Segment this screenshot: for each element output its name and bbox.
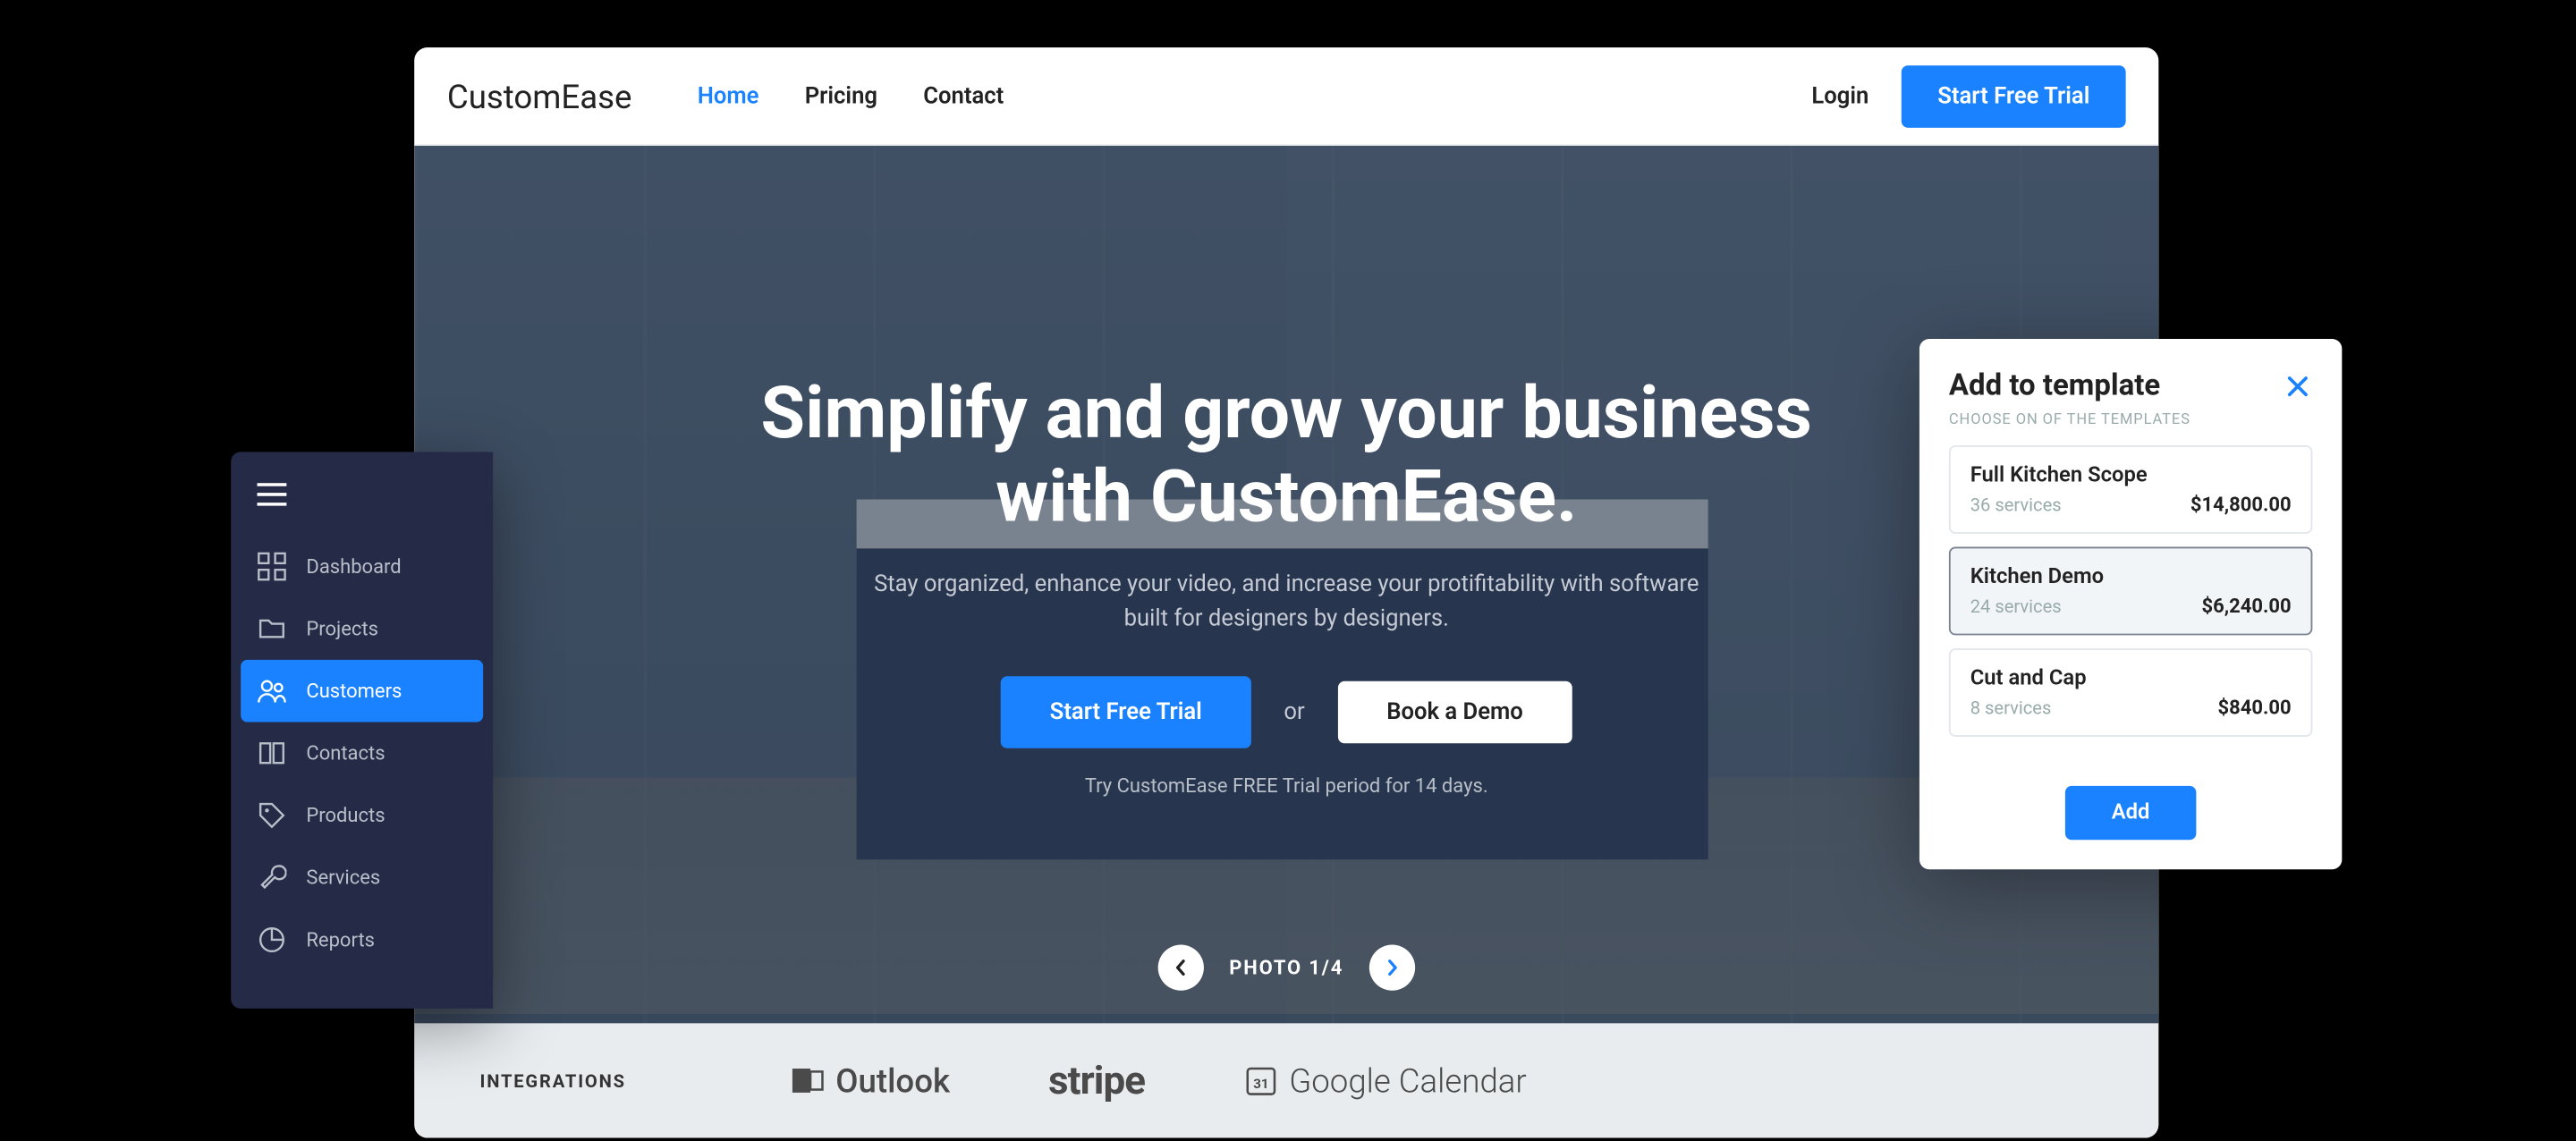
book-demo-button[interactable]: Book a Demo <box>1337 680 1572 743</box>
svg-text:31: 31 <box>1253 1076 1268 1092</box>
sidebar-item-products[interactable]: Products <box>231 784 493 847</box>
integration-outlook: Outlook <box>790 1061 950 1100</box>
integrations-bar: INTEGRATIONS Outlook stripe 31 Google Ca… <box>414 1023 2158 1137</box>
template-add-row: Add <box>1949 786 2312 840</box>
outlook-icon <box>790 1062 826 1098</box>
template-card-header: Add to template <box>1949 368 2312 402</box>
sidebar-item-contacts[interactable]: Contacts <box>231 722 493 784</box>
template-price: $840.00 <box>2218 696 2292 719</box>
template-name: Full Kitchen Scope <box>1970 463 2292 487</box>
template-name: Kitchen Demo <box>1970 565 2292 589</box>
close-icon[interactable] <box>2283 371 2312 401</box>
calendar-icon: 31 <box>1243 1062 1279 1098</box>
add-button[interactable]: Add <box>2065 786 2195 840</box>
tag-icon <box>257 800 286 830</box>
hero-title: Simplify and grow your business with Cus… <box>713 372 1860 537</box>
nav-link-pricing[interactable]: Pricing <box>805 82 877 108</box>
sidebar-item-label: Reports <box>306 928 375 951</box>
carousel-prev-button[interactable] <box>1157 944 1203 990</box>
sidebar-item-label: Contacts <box>306 741 385 765</box>
brand-logo[interactable]: CustomEase <box>447 76 632 115</box>
nav-right: Login Start Free Trial <box>1811 64 2125 127</box>
hero-content: Simplify and grow your business with Cus… <box>414 146 2158 1023</box>
nav-link-home[interactable]: Home <box>698 82 759 108</box>
grid-icon <box>257 552 286 581</box>
sidebar-panel: Dashboard Projects Customers Contacts Pr… <box>231 452 493 1009</box>
template-option-kitchen-demo[interactable]: Kitchen Demo 24 services $6,240.00 <box>1949 547 2312 636</box>
integration-google-calendar: 31 Google Calendar <box>1243 1061 1527 1100</box>
hero-ctas: Start Free Trial or Book a Demo <box>1001 675 1572 748</box>
sidebar-item-label: Services <box>306 866 380 890</box>
folder-icon <box>257 614 286 644</box>
sidebar-item-label: Projects <box>306 617 378 640</box>
top-nav: CustomEase Home Pricing Contact Login St… <box>414 47 2158 146</box>
trial-note: Try CustomEase FREE Trial period for 14 … <box>1085 773 1488 797</box>
chevron-right-icon <box>1385 959 1401 976</box>
sidebar-item-reports[interactable]: Reports <box>231 909 493 971</box>
template-card-sublabel: CHOOSE ON OF THE TEMPLATES <box>1949 412 2312 428</box>
nav-link-contact[interactable]: Contact <box>923 82 1004 108</box>
hero-subtitle: Stay organized, enhance your video, and … <box>860 568 1712 637</box>
integrations-label: INTEGRATIONS <box>479 1070 625 1092</box>
start-trial-button[interactable]: Start Free Trial <box>1902 64 2126 127</box>
photo-counter: PHOTO 1/4 <box>1229 956 1343 979</box>
wrench-icon <box>257 863 286 892</box>
integration-stripe: stripe <box>1048 1058 1145 1103</box>
sidebar-item-customers[interactable]: Customers <box>241 660 483 723</box>
carousel-next-button[interactable] <box>1369 944 1415 990</box>
template-services: 36 services <box>1970 494 2062 515</box>
template-price: $14,800.00 <box>2190 493 2292 516</box>
book-icon <box>257 739 286 768</box>
template-card: Add to template CHOOSE ON OF THE TEMPLAT… <box>1919 339 2342 869</box>
hero-section: Simplify and grow your business with Cus… <box>414 146 2158 1023</box>
hamburger-icon <box>257 483 286 506</box>
nav-links: Home Pricing Contact <box>698 82 1812 108</box>
template-option-cut-cap[interactable]: Cut and Cap 8 services $840.00 <box>1949 648 2312 737</box>
main-window: CustomEase Home Pricing Contact Login St… <box>414 47 2158 1137</box>
template-option-full-kitchen[interactable]: Full Kitchen Scope 36 services $14,800.0… <box>1949 445 2312 534</box>
sidebar-item-services[interactable]: Services <box>231 847 493 909</box>
template-price: $6,240.00 <box>2202 595 2292 618</box>
photo-carousel: PHOTO 1/4 <box>1157 944 1416 990</box>
sidebar-item-projects[interactable]: Projects <box>231 597 493 660</box>
sidebar-item-label: Products <box>306 804 385 827</box>
template-services: 24 services <box>1970 596 2062 617</box>
pie-icon <box>257 925 286 955</box>
template-name: Cut and Cap <box>1970 666 2292 690</box>
hamburger-button[interactable] <box>231 481 493 535</box>
or-text: or <box>1284 698 1304 724</box>
login-link[interactable]: Login <box>1811 82 1868 108</box>
sidebar-item-label: Customers <box>306 680 402 703</box>
users-icon <box>257 676 286 706</box>
sidebar-item-dashboard[interactable]: Dashboard <box>231 536 493 598</box>
template-services: 8 services <box>1970 697 2052 718</box>
chevron-left-icon <box>1172 959 1188 976</box>
template-card-title: Add to template <box>1949 368 2160 402</box>
sidebar-item-label: Dashboard <box>306 555 401 579</box>
hero-start-trial-button[interactable]: Start Free Trial <box>1001 675 1251 748</box>
